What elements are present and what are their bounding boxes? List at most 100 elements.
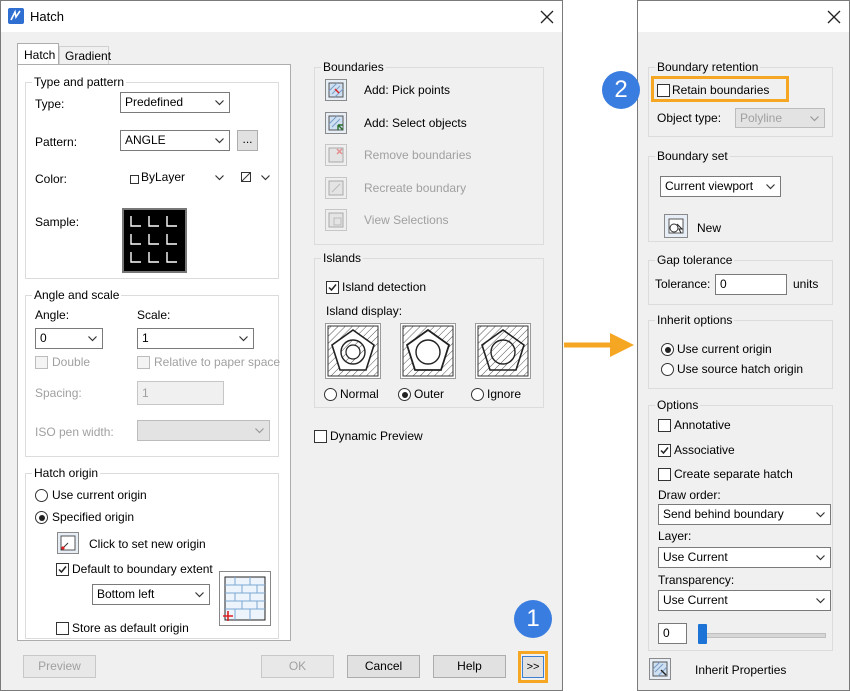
angle-select[interactable]: 0 xyxy=(35,328,103,349)
extent-select[interactable]: Bottom left xyxy=(92,584,210,605)
dynamic-preview-checkbox[interactable] xyxy=(314,430,327,443)
island-detection-checkbox[interactable] xyxy=(326,281,339,294)
tolerance-input[interactable]: 0 xyxy=(715,274,787,295)
chevron-down-icon xyxy=(215,100,224,106)
dialog-title: Hatch xyxy=(30,9,64,24)
new-boundary-set-button[interactable] xyxy=(664,214,688,238)
spacing-label: Spacing: xyxy=(35,386,82,400)
tab-gradient[interactable]: Gradient xyxy=(59,46,111,64)
inherit-current-origin-radio[interactable] xyxy=(661,343,674,356)
island-outer-label: Outer xyxy=(414,387,445,401)
remove-boundaries-button[interactable] xyxy=(325,144,347,166)
annotative-checkbox[interactable] xyxy=(658,419,671,432)
separate-hatch-checkbox[interactable] xyxy=(658,468,671,481)
inherit-properties-button[interactable] xyxy=(649,658,671,680)
store-default-checkbox[interactable] xyxy=(56,622,69,635)
type-pattern-title: Type and pattern xyxy=(32,75,127,89)
sample-preview[interactable] xyxy=(122,208,187,273)
cancel-button[interactable]: Cancel xyxy=(347,655,420,678)
chevron-down-icon xyxy=(816,512,825,518)
default-extent-checkbox[interactable] xyxy=(56,563,69,576)
transparency-slider-thumb[interactable] xyxy=(698,624,707,644)
islands-group: Islands Island detection Island display: xyxy=(314,251,544,408)
island-outer-radio[interactable] xyxy=(398,388,411,401)
checkmark-icon xyxy=(660,447,669,455)
inherit-current-origin-label: Use current origin xyxy=(677,342,772,356)
title-bar: Hatch xyxy=(1,1,562,32)
boundaries-title: Boundaries xyxy=(321,60,386,74)
select-objects-label[interactable]: Add: Select objects xyxy=(364,115,467,131)
boundaries-group: Boundaries Add: Pick points Add: Select … xyxy=(314,60,544,245)
more-options-button[interactable]: >> xyxy=(522,656,544,678)
boundary-set-select[interactable]: Current viewport xyxy=(660,176,781,197)
draw-order-select[interactable]: Send behind boundary xyxy=(658,504,831,525)
pattern-browse-button[interactable]: ... xyxy=(237,130,258,151)
island-detection-label: Island detection xyxy=(342,280,427,294)
island-outer-preview[interactable] xyxy=(400,323,456,379)
angle-scale-title: Angle and scale xyxy=(32,288,122,302)
specified-origin-radio[interactable] xyxy=(35,511,48,524)
default-extent-label: Default to boundary extent xyxy=(72,562,213,576)
close-icon[interactable] xyxy=(826,9,842,25)
iso-pen-select[interactable] xyxy=(137,420,270,441)
close-icon[interactable] xyxy=(539,9,555,25)
remove-boundaries-icon xyxy=(328,147,344,163)
gap-tolerance-group: Gap tolerance Tolerance: 0 units xyxy=(648,253,833,305)
island-normal-radio[interactable] xyxy=(324,388,337,401)
relative-label: Relative to paper space xyxy=(154,355,281,369)
remove-boundaries-label: Remove boundaries xyxy=(364,148,472,162)
transparency-select[interactable]: Use Current xyxy=(658,590,831,611)
chevron-down-icon xyxy=(255,428,264,434)
pick-points-label[interactable]: Add: Pick points xyxy=(364,82,450,98)
islands-title: Islands xyxy=(321,251,364,265)
island-normal-preview[interactable] xyxy=(325,323,381,379)
help-button[interactable]: Help xyxy=(433,655,506,678)
pattern-select[interactable]: ANGLE xyxy=(120,130,230,151)
object-type-select[interactable]: Polyline xyxy=(735,108,825,128)
scale-select[interactable]: 1 xyxy=(137,328,254,349)
double-checkbox[interactable] xyxy=(35,356,48,369)
use-current-origin-label: Use current origin xyxy=(52,488,147,502)
chevron-down-icon xyxy=(88,336,97,342)
spacing-input[interactable]: 1 xyxy=(137,381,224,405)
transparency-input[interactable]: 0 xyxy=(658,623,687,644)
use-current-origin-radio[interactable] xyxy=(35,489,48,502)
chevron-down-icon xyxy=(766,184,775,190)
recreate-boundary-button[interactable] xyxy=(325,177,347,199)
inherit-properties-label[interactable]: Inherit Properties xyxy=(695,662,786,678)
type-select-value: Predefined xyxy=(125,95,184,109)
preview-button[interactable]: Preview xyxy=(23,655,96,678)
sample-label: Sample: xyxy=(35,215,80,229)
dynamic-preview-label: Dynamic Preview xyxy=(330,429,423,443)
inherit-properties-icon xyxy=(652,661,668,677)
checkmark-icon xyxy=(58,566,67,574)
color-select[interactable]: ByLayer xyxy=(120,167,230,188)
tab-hatch[interactable]: Hatch xyxy=(17,43,59,65)
view-selections-button[interactable] xyxy=(325,209,347,231)
select-objects-button[interactable] xyxy=(325,112,347,134)
pick-points-button[interactable] xyxy=(325,79,347,101)
tolerance-units: units xyxy=(793,277,819,291)
extent-select-value: Bottom left xyxy=(97,587,155,601)
relative-checkbox[interactable] xyxy=(137,356,150,369)
set-origin-button[interactable] xyxy=(57,532,79,554)
pick-points-icon xyxy=(328,82,344,98)
chevron-down-icon xyxy=(215,175,224,181)
background-color-select[interactable] xyxy=(238,167,274,188)
ok-button[interactable]: OK xyxy=(261,655,334,678)
inherit-source-origin-radio[interactable] xyxy=(661,363,674,376)
options-group: Options Annotative Associative Create se… xyxy=(648,398,833,651)
tab-hatch-label: Hatch xyxy=(24,48,56,62)
type-select[interactable]: Predefined xyxy=(120,92,230,113)
island-display-label: Island display: xyxy=(326,304,403,318)
boundary-retention-title: Boundary retention xyxy=(655,60,761,74)
island-ignore-radio[interactable] xyxy=(471,388,484,401)
layer-select[interactable]: Use Current xyxy=(658,547,831,568)
new-selection-icon xyxy=(668,218,684,234)
island-ignore-preview[interactable] xyxy=(475,323,531,379)
transparency-slider-track[interactable] xyxy=(698,633,826,638)
panel-title-bar xyxy=(638,1,849,32)
boundary-set-title: Boundary set xyxy=(655,149,730,163)
associative-checkbox[interactable] xyxy=(658,444,671,457)
boundary-retention-group: Boundary retention Retain boundaries Obj… xyxy=(648,60,833,137)
